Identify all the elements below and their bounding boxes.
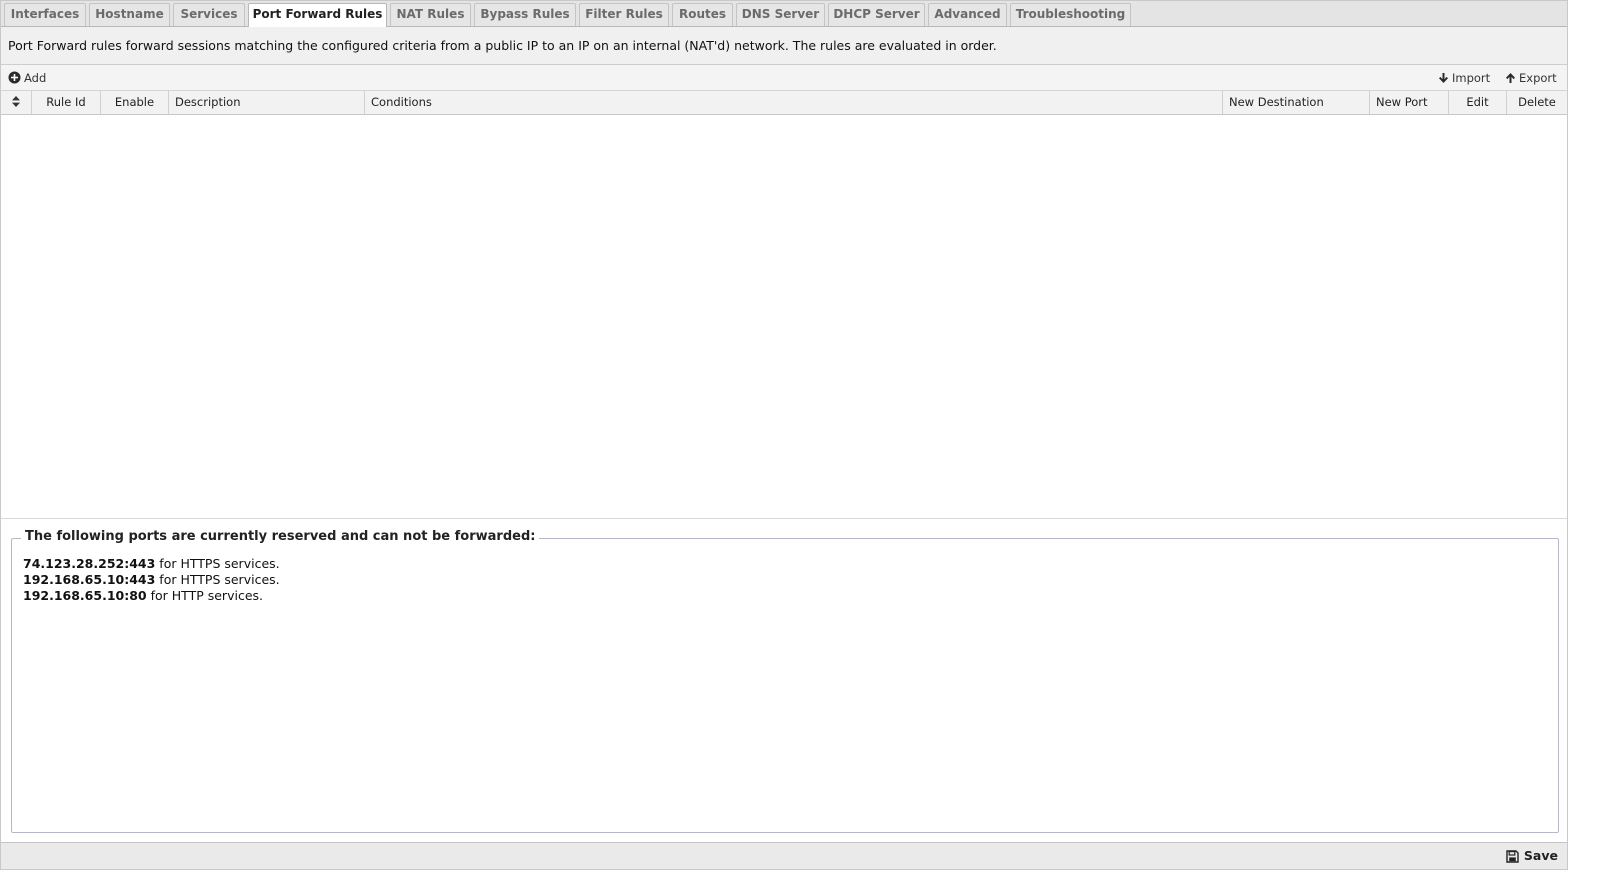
column-new-port[interactable]: New Port [1370, 91, 1449, 114]
tab-interfaces[interactable]: Interfaces [4, 3, 86, 26]
column-description[interactable]: Description [169, 91, 365, 114]
arrow-down-icon [1439, 73, 1448, 83]
page-description: Port Forward rules forward sessions matc… [1, 27, 1567, 65]
tab-dns-server[interactable]: DNS Server [736, 3, 825, 26]
reserved-port-item: 74.123.28.252:443 for HTTPS services. [23, 556, 280, 572]
tab-routes[interactable]: Routes [672, 3, 733, 26]
column-new-destination[interactable]: New Destination [1223, 91, 1370, 114]
reserved-port-address: 74.123.28.252:443 [23, 556, 156, 571]
save-button[interactable]: Save [1506, 848, 1558, 864]
grid-header: Rule Id Enable Description Conditions Ne… [1, 91, 1567, 115]
tab-hostname[interactable]: Hostname [89, 3, 170, 26]
save-label: Save [1523, 848, 1558, 863]
reserved-port-address: 192.168.65.10:80 [23, 588, 147, 603]
tab-services[interactable]: Services [173, 3, 245, 26]
reserved-ports-title: The following ports are currently reserv… [21, 529, 540, 544]
reorder-column[interactable] [1, 91, 32, 114]
add-button[interactable]: Add [8, 70, 46, 87]
import-label: Import [1452, 71, 1491, 85]
reserved-port-service: for HTTPS services. [159, 572, 280, 587]
column-delete[interactable]: Delete [1507, 91, 1567, 114]
column-edit[interactable]: Edit [1449, 91, 1507, 114]
app-frame: Interfaces Hostname Services Port Forwar… [0, 0, 1568, 870]
tab-filter-rules[interactable]: Filter Rules [579, 3, 669, 26]
column-conditions[interactable]: Conditions [365, 91, 1223, 114]
add-label: Add [24, 71, 47, 85]
export-label: Export [1519, 71, 1557, 85]
import-button[interactable]: Import [1438, 70, 1490, 87]
reserved-ports-list: 74.123.28.252:443 for HTTPS services. 19… [23, 556, 280, 604]
tab-bypass-rules[interactable]: Bypass Rules [474, 3, 576, 26]
rules-grid-body [1, 115, 1567, 519]
plus-circle-icon [8, 71, 21, 84]
tab-troubleshooting[interactable]: Troubleshooting [1010, 3, 1131, 26]
reserved-port-item: 192.168.65.10:80 for HTTP services. [23, 588, 280, 604]
tab-dhcp-server[interactable]: DHCP Server [828, 3, 925, 26]
tab-advanced[interactable]: Advanced [928, 3, 1007, 26]
reserved-port-item: 192.168.65.10:443 for HTTPS services. [23, 572, 280, 588]
export-button[interactable]: Export [1505, 70, 1557, 87]
tab-nat-rules[interactable]: NAT Rules [390, 3, 471, 26]
column-enable[interactable]: Enable [101, 91, 169, 114]
reserved-port-service: for HTTPS services. [159, 556, 280, 571]
sort-icon [12, 96, 20, 107]
column-rule-id[interactable]: Rule Id [32, 91, 101, 114]
reserved-port-service: for HTTP services. [150, 588, 263, 603]
tab-port-forward-rules[interactable]: Port Forward Rules [248, 3, 387, 28]
reserved-port-address: 192.168.65.10:443 [23, 572, 156, 587]
tab-bar: Interfaces Hostname Services Port Forwar… [1, 1, 1567, 28]
floppy-disk-icon [1506, 850, 1519, 863]
grid-toolbar: Add Import Export [1, 65, 1567, 91]
footer-bar: Save [1, 842, 1567, 869]
arrow-up-icon [1506, 73, 1515, 83]
